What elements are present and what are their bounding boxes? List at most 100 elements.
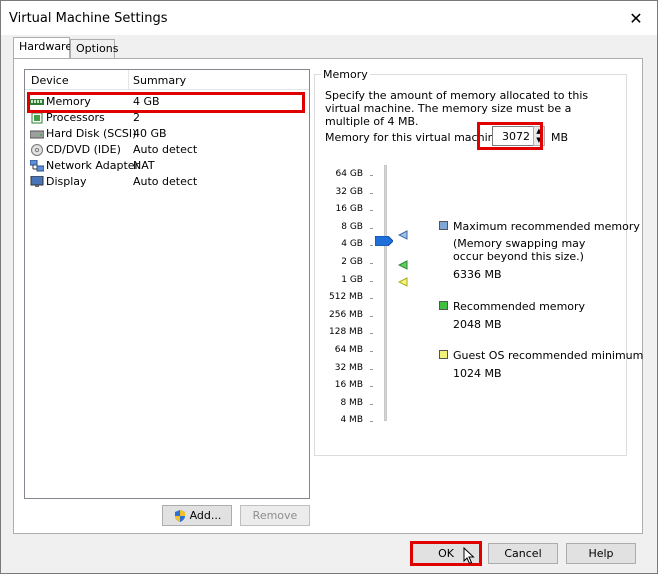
device-name: CD/DVD (IDE) [46, 143, 121, 156]
legend-swatch [439, 350, 448, 359]
legend-label: Recommended memory [453, 300, 586, 313]
memory-scale-label: 512 MB [329, 292, 363, 303]
device-row-cd-dvd[interactable]: CD/DVD (IDE) Auto detect [25, 142, 309, 158]
memory-scale-tick [370, 403, 373, 405]
memory-scale-tick [370, 227, 373, 229]
memory-scale-label: 2 GB [341, 257, 363, 267]
network-adapter-icon [30, 160, 44, 172]
memory-scale-label: 8 MB [340, 397, 363, 408]
memory-icon [30, 99, 44, 105]
memory-scale-label: 4 MB [340, 415, 363, 426]
memory-scale-label: 1 GB [341, 274, 363, 285]
processor-icon [31, 112, 43, 124]
legend-note: occur beyond this size.) [453, 250, 584, 263]
column-header-summary[interactable]: Summary [133, 74, 186, 87]
cancel-button-label: Cancel [504, 547, 542, 560]
memory-scale-tick [370, 386, 373, 388]
memory-scale-label: 4 GB [341, 239, 363, 250]
memory-spinner[interactable]: ▲ ▼ [533, 126, 545, 146]
legend-swatch [439, 221, 448, 230]
memory-scale-label: 128 MB [329, 327, 363, 338]
device-summary: Auto detect [133, 143, 198, 156]
legend-label: Maximum recommended memory [453, 220, 640, 233]
window-title: Virtual Machine Settings [9, 11, 168, 26]
hard-disk-icon [30, 130, 44, 139]
tab-options-label: Options [76, 42, 119, 55]
memory-scale-tick [370, 245, 373, 247]
memory-scale-tick [370, 421, 373, 423]
device-summary: 40 GB [133, 127, 167, 140]
memory-scale-tick [370, 298, 373, 300]
memory-scale-tick [370, 351, 373, 352]
memory-input[interactable] [492, 126, 534, 146]
memory-slider-track[interactable] [384, 165, 387, 421]
memory-scale-tick [370, 315, 373, 317]
hardware-panel: Device Summary Memory 4 GB Processors 2 … [13, 58, 643, 534]
device-row-network-adapter[interactable]: Network Adapter NAT [25, 158, 309, 174]
spin-up-icon[interactable]: ▲ [534, 127, 544, 136]
mouse-cursor-icon [463, 547, 475, 565]
help-button-label: Help [588, 547, 614, 560]
device-name: Processors [46, 111, 105, 124]
memory-scale-label: 64 MB [334, 345, 363, 355]
legend-label: Guest OS recommended minimum [453, 349, 644, 362]
close-icon[interactable]: ✕ [623, 6, 649, 30]
legend-note: (Memory swapping may [453, 237, 586, 250]
memory-scale-tick [370, 333, 373, 335]
ok-button-label: OK [438, 547, 454, 560]
device-summary: 4 GB [133, 95, 160, 108]
remove-button-label: Remove [252, 509, 298, 522]
recommended-marker-icon [398, 260, 408, 270]
device-name: Network Adapter [46, 159, 140, 172]
legend-value: 6336 MB [453, 268, 502, 281]
guest-min-marker-icon [398, 277, 408, 287]
memory-scale-tick [370, 192, 373, 194]
spin-down-icon[interactable]: ▼ [534, 136, 544, 145]
memory-scale-label: 32 GB [335, 186, 363, 197]
device-name: Memory [46, 95, 91, 108]
memory-scale-tick [370, 263, 373, 264]
device-summary: NAT [133, 159, 155, 172]
tab-hardware[interactable]: Hardware [13, 37, 73, 59]
column-header-device[interactable]: Device [31, 74, 69, 87]
memory-scale-label: 64 GB [335, 169, 363, 179]
title-bar: Virtual Machine Settings ✕ [1, 1, 657, 35]
memory-group: Memory Specify the amount of memory allo… [314, 68, 643, 456]
cancel-button[interactable]: Cancel [488, 543, 558, 564]
help-button[interactable]: Help [566, 543, 636, 564]
device-row-hard-disk[interactable]: Hard Disk (SCSI) 40 GB [25, 126, 309, 142]
tab-hardware-label: Hardware [19, 40, 73, 53]
add-button-label: Add... [189, 509, 222, 522]
memory-scale-label: 256 MB [329, 309, 363, 320]
tab-options[interactable]: Options [70, 39, 119, 59]
add-button[interactable]: Add... [162, 505, 232, 526]
display-icon [30, 176, 44, 187]
device-row-memory[interactable]: Memory 4 GB [25, 94, 309, 110]
cd-dvd-icon [31, 144, 43, 156]
memory-scale-tick [370, 210, 373, 212]
memory-unit: MB [551, 131, 569, 144]
memory-scale-tick [370, 368, 373, 370]
memory-field-label: Memory for this virtual machine: [325, 131, 506, 144]
vm-settings-dialog: Virtual Machine Settings ✕ Hardware Opti… [0, 0, 658, 574]
memory-slider-thumb[interactable] [375, 236, 393, 246]
max-recommended-marker-icon [398, 230, 408, 240]
shield-icon [174, 509, 185, 522]
memory-scale-label: 32 MB [334, 362, 363, 373]
device-name: Display [46, 175, 87, 188]
device-summary: Auto detect [133, 175, 198, 188]
memory-scale-label: 16 GB [335, 204, 363, 215]
remove-button[interactable]: Remove [240, 505, 310, 526]
device-row-processors[interactable]: Processors 2 [25, 110, 309, 126]
memory-group-title: Memory [321, 68, 370, 81]
memory-description: Specify the amount of memory allocated t… [325, 89, 589, 128]
memory-scale-label: 16 MB [334, 380, 363, 391]
device-row-display[interactable]: Display Auto detect [25, 174, 309, 190]
device-summary: 2 [133, 111, 140, 124]
column-separator [128, 70, 129, 89]
list-header: Device Summary [25, 70, 309, 90]
memory-scale-tick [370, 175, 373, 176]
device-list[interactable]: Device Summary Memory 4 GB Processors 2 … [24, 69, 310, 499]
device-name: Hard Disk (SCSI) [46, 127, 137, 140]
memory-scale-tick [370, 280, 373, 282]
